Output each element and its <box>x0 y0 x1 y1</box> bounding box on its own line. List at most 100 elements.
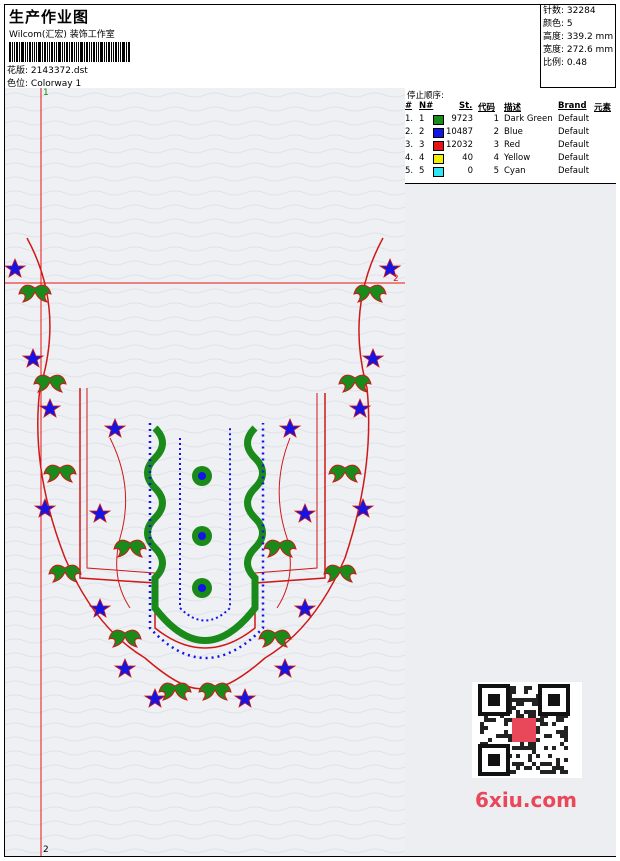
barcode-bar <box>80 42 83 62</box>
barcode-bar <box>86 42 88 62</box>
barcode-bar <box>100 42 103 62</box>
barcode-bar <box>42 42 43 62</box>
color-count-row: 颜色: 5 <box>543 18 614 31</box>
barcode-bar <box>78 42 79 62</box>
row-stitches: 12032 <box>445 140 473 150</box>
barcode-bar <box>84 42 85 62</box>
row-needle: 1 <box>419 114 425 124</box>
row-brand: Default <box>558 140 590 150</box>
barcode-bar <box>93 42 95 62</box>
row-needle: 5 <box>419 166 425 176</box>
col-header-brand: Brand <box>558 101 587 111</box>
barcode-bar <box>64 42 65 62</box>
row-needle: 2 <box>419 127 425 137</box>
barcode-bar <box>21 42 24 62</box>
qr-code <box>472 682 582 778</box>
stitch-count-row: 针数: 32284 <box>543 5 614 18</box>
barcode-bar <box>126 42 127 62</box>
barcode-bar <box>62 42 63 62</box>
barcode-bar <box>27 42 28 62</box>
stop-sequence-row[interactable]: 5. 5 0 5 Cyan Default <box>405 166 616 179</box>
axis-marker-top: 1 <box>43 88 49 98</box>
stop-sequence-row[interactable]: 2. 2 10487 2 Blue Default <box>405 127 616 140</box>
barcode-bar <box>74 42 75 62</box>
embroidery-preview <box>5 88 405 856</box>
row-desc: Red <box>504 140 521 150</box>
barcode-bar <box>108 42 110 62</box>
barcode-bar <box>66 42 68 62</box>
barcode-bar <box>34 42 35 62</box>
col-header-num: # <box>405 101 413 111</box>
stop-sequence-header: # N# St. 代码 描述 Brand 元素 <box>405 101 616 113</box>
scale-label: 比例: <box>543 58 565 68</box>
barcode-bar <box>44 42 46 62</box>
row-code: 4 <box>493 153 499 163</box>
barcode-bar <box>16 42 18 62</box>
stop-sequence-row[interactable]: 3. 3 12032 3 Red Default <box>405 140 616 153</box>
barcode-bar <box>120 42 121 62</box>
row-num: 3. <box>405 140 414 150</box>
company-name: Wilcom(汇宏) 装饰工作室 <box>9 30 115 40</box>
row-needle: 4 <box>419 153 425 163</box>
col-header-element: 元素 <box>594 103 612 113</box>
watermark-logo: 6xiu.com <box>475 788 577 812</box>
row-desc: Cyan <box>504 166 526 176</box>
width-row: 宽度: 272.6 mm <box>543 44 614 57</box>
row-code: 1 <box>493 114 499 124</box>
barcode-bar <box>69 42 70 62</box>
barcode-bar <box>51 42 53 62</box>
color-swatch <box>433 154 444 164</box>
barcode-bar <box>76 42 77 62</box>
row-code: 3 <box>493 140 499 150</box>
height-label: 高度: <box>543 32 565 42</box>
stop-sequence-label: 停止顺序: <box>407 91 444 101</box>
barcode-bar <box>89 42 90 62</box>
row-brand: Default <box>558 127 590 137</box>
qr-code-graphic <box>478 684 570 776</box>
row-num: 5. <box>405 166 414 176</box>
stats-panel: 针数: 32284 颜色: 5 高度: 339.2 mm 宽度: 272.6 m… <box>540 5 616 88</box>
barcode-bar <box>38 42 41 62</box>
barcode-bar <box>19 42 20 62</box>
barcode-bar <box>104 42 105 62</box>
barcode-bar <box>98 42 99 62</box>
barcode-bar <box>96 42 97 62</box>
stop-sequence-row[interactable]: 4. 4 40 4 Yellow Default <box>405 153 616 166</box>
stop-sequence-row[interactable]: 1. 1 9723 1 Dark Green Default <box>405 114 616 127</box>
stitch-count-label: 针数: <box>543 6 565 16</box>
row-stitches: 0 <box>467 166 473 176</box>
axis-marker-right: 2 <box>393 274 399 284</box>
barcode <box>9 42 141 62</box>
design-file-value: 2143372.dst <box>30 66 88 76</box>
row-code: 5 <box>493 166 499 176</box>
row-brand: Default <box>558 166 590 176</box>
barcode-bar <box>56 42 57 62</box>
color-swatch <box>433 141 444 151</box>
barcode-bar <box>49 42 50 62</box>
barcode-bar <box>111 42 112 62</box>
row-desc: Yellow <box>504 153 531 163</box>
barcode-bar <box>128 42 130 62</box>
row-num: 1. <box>405 114 414 124</box>
height-value: 339.2 mm <box>566 32 614 42</box>
barcode-bar <box>113 42 114 62</box>
barcode-bar <box>71 42 73 62</box>
axis-marker-bottom: 2 <box>43 845 49 855</box>
color-swatch <box>433 167 444 177</box>
stop-sequence-table: 停止顺序: # N# St. 代码 描述 Brand 元素 1. 1 9723 1 Da… <box>405 88 616 184</box>
design-file-label: 花版: <box>7 66 29 76</box>
color-swatch <box>433 115 444 125</box>
row-stitches: 10487 <box>445 127 473 137</box>
barcode-bar <box>25 42 26 62</box>
row-brand: Default <box>558 114 590 124</box>
row-stitches: 40 <box>462 153 473 163</box>
color-count-label: 颜色: <box>543 19 565 29</box>
row-code: 2 <box>493 127 499 137</box>
scale-row: 比例: 0.48 <box>543 57 614 70</box>
barcode-bar <box>47 42 48 62</box>
barcode-bar <box>118 42 119 62</box>
barcode-bar <box>14 42 15 62</box>
design-canvas[interactable]: 1 2 2 <box>5 88 406 856</box>
header-panel: 生产作业图 Wilcom(汇宏) 装饰工作室 花版: 2143372.dst 色… <box>5 5 540 89</box>
barcode-bar <box>32 42 33 62</box>
